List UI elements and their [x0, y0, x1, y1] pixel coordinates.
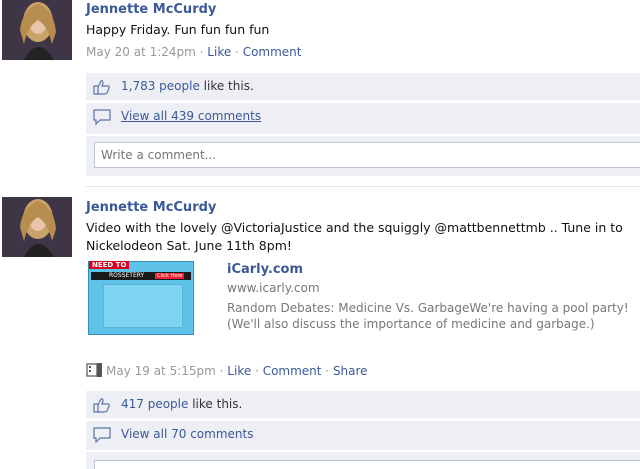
post-author[interactable]: Jennette McCurdy: [86, 2, 216, 17]
post-message: Video with the lovely @VictoriaJustice a…: [86, 220, 623, 253]
comment-box[interactable]: [94, 460, 640, 469]
likes-text: 1,783 people like this.: [121, 79, 254, 93]
post-message: Happy Friday. Fun fun fun fun: [86, 22, 270, 37]
view-all-comments-label[interactable]: View all 439 comments: [121, 109, 261, 123]
attachment-thumbnail[interactable]: NEED TO ROSSETERY Click Here: [88, 261, 194, 335]
thumb-bar: ROSSETERY Click Here: [91, 272, 191, 280]
post-author[interactable]: Jennette McCurdy: [86, 200, 216, 215]
attachment-description: Random Debates: Medicine Vs. GarbageWe'r…: [227, 301, 629, 331]
comment-input[interactable]: [95, 143, 640, 167]
view-comments-row[interactable]: View all 70 comments: [86, 421, 640, 451]
comment-link[interactable]: Comment: [243, 45, 302, 59]
comment-link[interactable]: Comment: [263, 364, 322, 378]
like-link[interactable]: Like: [227, 364, 251, 378]
likes-count-link[interactable]: 417 people: [121, 397, 188, 411]
separator: ·: [195, 45, 208, 59]
thumb-button: Click Here: [155, 273, 185, 279]
attachment-title[interactable]: iCarly.com: [227, 262, 303, 277]
separator: ·: [231, 45, 243, 59]
view-all-comments-link[interactable]: View all 70 comments: [121, 427, 253, 441]
view-all-comments-link[interactable]: View all 439 comments: [121, 109, 261, 123]
separator: ·: [251, 364, 263, 378]
video-icon: [86, 362, 106, 381]
separator: ·: [215, 364, 228, 378]
view-comments-row[interactable]: View all 439 comments: [86, 103, 640, 135]
likes-suffix: like this.: [199, 79, 254, 93]
post-meta: May 20 at 1:24pm · Like · Comment: [86, 45, 301, 59]
likes-row: 417 people like this.: [86, 391, 640, 419]
comment-box[interactable]: [94, 142, 640, 168]
avatar[interactable]: [2, 0, 72, 60]
thumbs-up-icon: [93, 397, 111, 413]
post-timestamp[interactable]: May 20 at 1:24pm: [86, 45, 196, 59]
likes-suffix: like this.: [188, 397, 243, 411]
thumb-banner: NEED TO: [89, 261, 130, 269]
like-link[interactable]: Like: [207, 45, 231, 59]
post-divider: [86, 186, 640, 187]
comment-bubble-icon: [93, 427, 111, 444]
view-all-comments-label[interactable]: View all 70 comments: [121, 427, 253, 441]
thumb-label: ROSSETERY: [109, 272, 145, 279]
separator: ·: [321, 364, 333, 378]
avatar[interactable]: [2, 197, 72, 257]
comment-bubble-icon: [93, 109, 111, 126]
post-meta: May 19 at 5:15pm · Like · Comment · Shar…: [86, 362, 368, 381]
share-link[interactable]: Share: [333, 364, 368, 378]
attachment-url: www.icarly.com: [227, 281, 320, 295]
thumb-panel: [103, 284, 183, 328]
likes-count-link[interactable]: 1,783 people: [121, 79, 200, 93]
likes-row: 1,783 people like this.: [86, 73, 640, 101]
likes-text: 417 people like this.: [121, 397, 242, 411]
post-timestamp[interactable]: May 19 at 5:15pm: [106, 364, 216, 378]
thumbs-up-icon: [93, 79, 111, 95]
